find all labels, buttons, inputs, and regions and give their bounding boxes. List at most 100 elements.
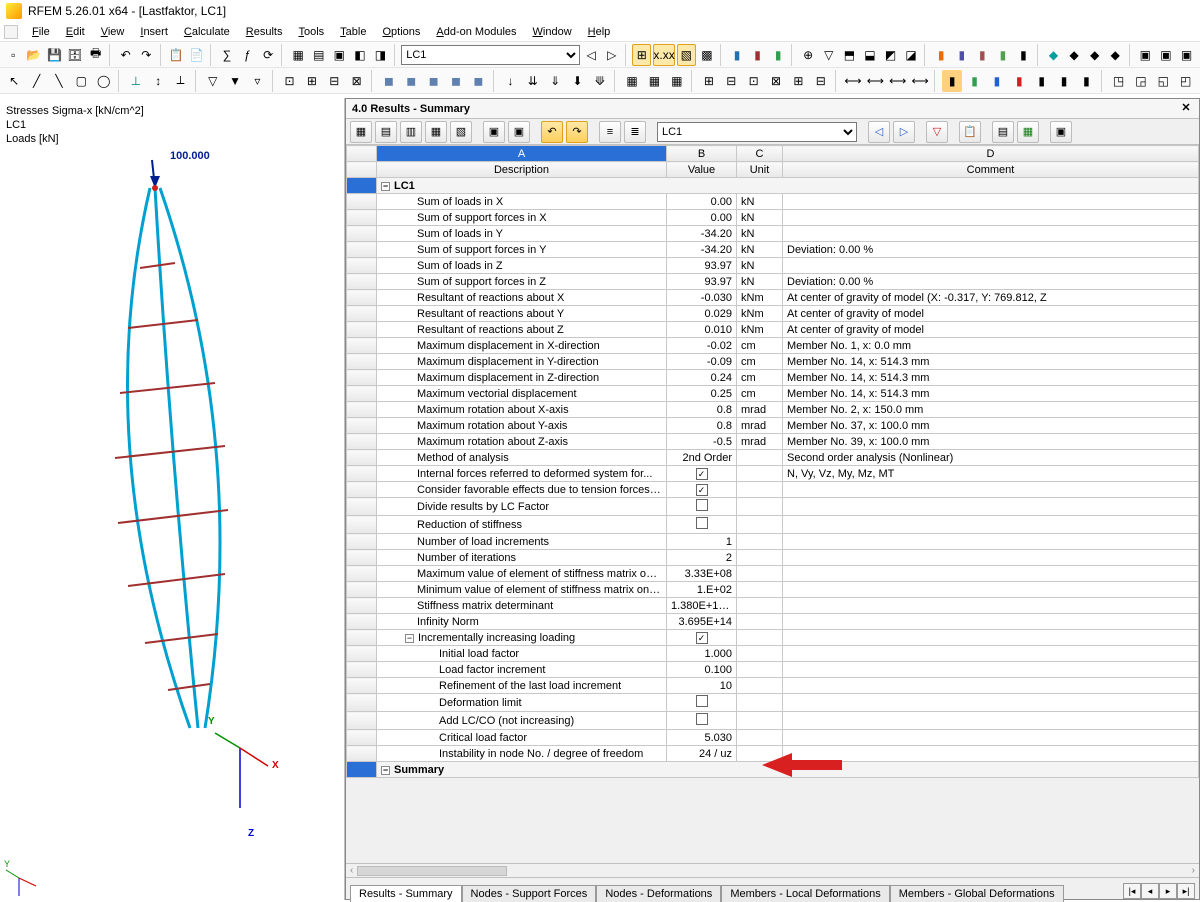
table-row[interactable]: Resultant of reactions about X-0.030kNmA…	[347, 290, 1199, 306]
table-row[interactable]: Maximum vectorial displacement0.25cmMemb…	[347, 386, 1199, 402]
table-row[interactable]: Number of load increments1	[347, 534, 1199, 550]
ptb-next-icon[interactable]: ▣	[508, 121, 530, 143]
cube1-icon[interactable]: ▣	[1136, 44, 1155, 66]
ptb-nav-prev-icon[interactable]: ◁	[868, 121, 890, 143]
list-icon[interactable]: ◨	[371, 44, 390, 66]
next-lc-icon[interactable]: ▷	[602, 44, 621, 66]
table-row[interactable]: Method of analysis2nd OrderSecond order …	[347, 450, 1199, 466]
e1-icon[interactable]: ⊡	[279, 70, 299, 92]
ptb-sheet-icon[interactable]: ▤	[992, 121, 1014, 143]
d4-icon[interactable]: ◆	[1106, 44, 1125, 66]
menu-calculate[interactable]: Calculate	[176, 24, 238, 40]
solid5-icon[interactable]: ◼	[468, 70, 488, 92]
grid-icon[interactable]: ▦	[289, 44, 308, 66]
tab-prev-icon[interactable]: ◂	[1141, 883, 1159, 899]
m1-icon[interactable]: ▮	[728, 44, 747, 66]
t5-icon[interactable]: ⊞	[788, 70, 808, 92]
table-row[interactable]: Stiffness matrix determinant1.380E+1520	[347, 598, 1199, 614]
view1-icon[interactable]: ⬒	[840, 44, 859, 66]
col-letter-d[interactable]: D	[783, 146, 1199, 162]
m2-icon[interactable]: ▮	[748, 44, 767, 66]
r7-icon[interactable]: ▮	[1076, 70, 1096, 92]
col-comment[interactable]: Comment	[783, 162, 1199, 178]
undo-icon[interactable]: ↶	[116, 44, 135, 66]
table-row[interactable]: Load factor increment0.100	[347, 662, 1199, 678]
e3-icon[interactable]: ⊟	[324, 70, 344, 92]
ptb-eq2-icon[interactable]: ≣	[624, 121, 646, 143]
table-row[interactable]: Internal forces referred to deformed sys…	[347, 466, 1199, 482]
panel-loadcase-combo[interactable]: LC1	[657, 122, 857, 142]
close-icon[interactable]: ✕	[1179, 102, 1193, 116]
tab-first-icon[interactable]: |◂	[1123, 883, 1141, 899]
c2-icon[interactable]: ▮	[952, 44, 971, 66]
menu-results[interactable]: Results	[238, 24, 291, 40]
table-row[interactable]: Maximum value of element of stiffness ma…	[347, 566, 1199, 582]
line-icon[interactable]: ╱	[26, 70, 46, 92]
l5-icon[interactable]: ⟱	[590, 70, 610, 92]
axis3-icon[interactable]: ⟂	[170, 70, 190, 92]
saveall-icon[interactable]: 🗄	[66, 44, 85, 66]
tab-last-icon[interactable]: ▸|	[1177, 883, 1195, 899]
menu-insert[interactable]: Insert	[132, 24, 176, 40]
ptb-arrow-left-icon[interactable]: ↶	[541, 121, 563, 143]
menu-view[interactable]: View	[93, 24, 133, 40]
axis1-icon[interactable]: ⊥	[126, 70, 146, 92]
prev-lc-icon[interactable]: ◁	[582, 44, 601, 66]
g3-icon[interactable]: ▦	[667, 70, 687, 92]
copy-icon[interactable]: 📋	[167, 44, 186, 66]
show-values-icon[interactable]: ⊞	[632, 44, 651, 66]
col-value[interactable]: Value	[667, 162, 737, 178]
ob1-icon[interactable]: ◳	[1108, 70, 1128, 92]
t2-icon[interactable]: ⊟	[721, 70, 741, 92]
ptb-prev-icon[interactable]: ▣	[483, 121, 505, 143]
col-letter-c[interactable]: C	[737, 146, 783, 162]
sup1-icon[interactable]: ▽	[203, 70, 223, 92]
ptb-solids-icon[interactable]: ▧	[450, 121, 472, 143]
r4-icon[interactable]: ▮	[1009, 70, 1029, 92]
dim3-icon[interactable]: ⟷	[888, 70, 908, 92]
menu-options[interactable]: Options	[374, 24, 428, 40]
solid1-icon[interactable]: ◼	[379, 70, 399, 92]
table-row[interactable]: Add LC/CO (not increasing)	[347, 712, 1199, 730]
ob2-icon[interactable]: ◲	[1131, 70, 1151, 92]
table-row[interactable]: Consider favorable effects due to tensio…	[347, 482, 1199, 498]
loadcase-combo[interactable]: LC1	[401, 45, 580, 65]
sheet-tab[interactable]: Members - Local Deformations	[721, 885, 889, 902]
ptb-arrow-right-icon[interactable]: ↷	[566, 121, 588, 143]
r2-icon[interactable]: ▮	[964, 70, 984, 92]
browser-icon[interactable]: ◧	[351, 44, 370, 66]
model-viewport[interactable]: Stresses Sigma-x [kN/cm^2] LC1 Loads [kN…	[0, 98, 345, 900]
formula-icon[interactable]: ƒ	[238, 44, 257, 66]
m3-icon[interactable]: ▮	[769, 44, 788, 66]
results-grid[interactable]: A B C D Description Value Unit Comment −…	[346, 145, 1199, 863]
table-row[interactable]: Sum of support forces in Z93.97kNDeviati…	[347, 274, 1199, 290]
ob3-icon[interactable]: ◱	[1153, 70, 1173, 92]
view3-icon[interactable]: ◩	[881, 44, 900, 66]
table-row[interactable]: Maximum rotation about X-axis0.8mradMemb…	[347, 402, 1199, 418]
t6-icon[interactable]: ⊟	[811, 70, 831, 92]
save-icon[interactable]: 💾	[45, 44, 64, 66]
table-row[interactable]: Maximum rotation about Z-axis-0.5mradMem…	[347, 434, 1199, 450]
table-row[interactable]: −Incrementally increasing loading	[347, 630, 1199, 646]
table-row[interactable]: Critical load factor5.030	[347, 730, 1199, 746]
t1-icon[interactable]: ⊞	[699, 70, 719, 92]
table-row[interactable]: Initial load factor1.000	[347, 646, 1199, 662]
menu-file[interactable]: File	[24, 24, 58, 40]
table-row[interactable]: Infinity Norm3.695E+14	[347, 614, 1199, 630]
ptb-nav-next-icon[interactable]: ▷	[893, 121, 915, 143]
dim2-icon[interactable]: ⟷	[865, 70, 885, 92]
table-row[interactable]: Maximum displacement in X-direction-0.02…	[347, 338, 1199, 354]
system-menu-icon[interactable]	[4, 25, 18, 39]
table-row[interactable]: Sum of loads in X0.00kN	[347, 194, 1199, 210]
ptb-eq1-icon[interactable]: ≡	[599, 121, 621, 143]
open-icon[interactable]: 📂	[25, 44, 44, 66]
table-row[interactable]: Resultant of reactions about Z0.010kNmAt…	[347, 322, 1199, 338]
table-row[interactable]: Maximum rotation about Y-axis0.8mradMemb…	[347, 418, 1199, 434]
redo-icon[interactable]: ↷	[137, 44, 156, 66]
l4-icon[interactable]: ⬇	[567, 70, 587, 92]
e2-icon[interactable]: ⊞	[302, 70, 322, 92]
ptb-members-icon[interactable]: ▥	[400, 121, 422, 143]
table-row[interactable]: −LC1	[347, 178, 1199, 194]
c1-icon[interactable]: ▮	[932, 44, 951, 66]
ptb-calc-icon[interactable]: ▣	[1050, 121, 1072, 143]
